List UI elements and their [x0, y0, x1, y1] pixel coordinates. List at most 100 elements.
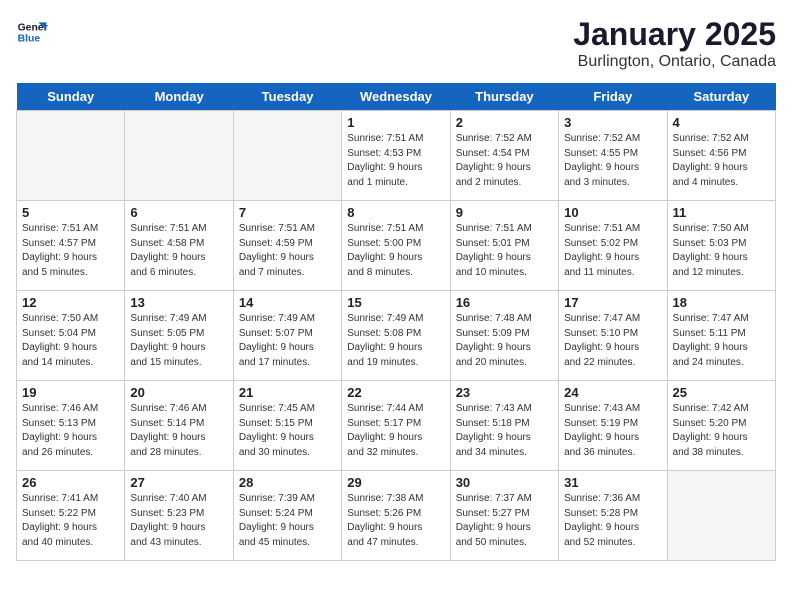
day-number: 8 [347, 205, 444, 220]
day-info: Sunrise: 7:49 AM Sunset: 5:07 PM Dayligh… [239, 312, 336, 370]
svg-text:Blue: Blue [18, 34, 41, 45]
day-number: 6 [130, 205, 227, 220]
main-title: January 2025 [573, 16, 776, 53]
calendar-cell: 15 Sunrise: 7:49 AM Sunset: 5:08 PM Dayli… [342, 291, 450, 381]
day-number: 29 [347, 475, 444, 490]
day-number: 14 [239, 295, 336, 310]
calendar-cell [667, 471, 775, 561]
calendar-cell: 16 Sunrise: 7:48 AM Sunset: 5:09 PM Dayli… [450, 291, 558, 381]
calendar-cell: 30 Sunrise: 7:37 AM Sunset: 5:27 PM Dayli… [450, 471, 558, 561]
calendar-cell: 8 Sunrise: 7:51 AM Sunset: 5:00 PM Daylig… [342, 201, 450, 291]
calendar-week-row: 12Sunrise: 7:50 AM Sunset: 5:04 PM Dayli… [17, 291, 776, 381]
calendar-cell: 2 Sunrise: 7:52 AM Sunset: 4:54 PM Daylig… [450, 111, 558, 201]
day-number: 16 [456, 295, 553, 310]
calendar-cell: 26Sunrise: 7:41 AM Sunset: 5:22 PM Dayli… [17, 471, 125, 561]
calendar-cell: 6 Sunrise: 7:51 AM Sunset: 4:58 PM Daylig… [125, 201, 233, 291]
day-info: Sunrise: 7:38 AM Sunset: 5:26 PM Dayligh… [347, 492, 444, 550]
day-number: 10 [564, 205, 661, 220]
calendar-cell: 25 Sunrise: 7:42 AM Sunset: 5:20 PM Dayli… [667, 381, 775, 471]
column-header-friday: Friday [559, 83, 667, 111]
calendar-cell: 10Sunrise: 7:51 AM Sunset: 5:02 PM Dayli… [559, 201, 667, 291]
calendar-week-row: 19 Sunrise: 7:46 AM Sunset: 5:13 PM Dayli… [17, 381, 776, 471]
calendar-cell: 9Sunrise: 7:51 AM Sunset: 5:01 PM Daylig… [450, 201, 558, 291]
day-info: Sunrise: 7:49 AM Sunset: 5:05 PM Dayligh… [130, 312, 227, 370]
day-info: Sunrise: 7:41 AM Sunset: 5:22 PM Dayligh… [22, 492, 119, 550]
day-info: Sunrise: 7:36 AM Sunset: 5:28 PM Dayligh… [564, 492, 661, 550]
calendar-week-row: 26Sunrise: 7:41 AM Sunset: 5:22 PM Dayli… [17, 471, 776, 561]
day-number: 15 [347, 295, 444, 310]
day-info: Sunrise: 7:47 AM Sunset: 5:11 PM Dayligh… [673, 312, 770, 370]
page-header: General Blue January 2025 Burlington, On… [16, 16, 776, 71]
day-info: Sunrise: 7:40 AM Sunset: 5:23 PM Dayligh… [130, 492, 227, 550]
calendar-header-row: SundayMondayTuesdayWednesdayThursdayFrid… [17, 83, 776, 111]
day-number: 21 [239, 385, 336, 400]
day-number: 4 [673, 115, 770, 130]
calendar-cell: 14 Sunrise: 7:49 AM Sunset: 5:07 PM Dayli… [233, 291, 341, 381]
column-header-saturday: Saturday [667, 83, 775, 111]
day-info: Sunrise: 7:50 AM Sunset: 5:03 PM Dayligh… [673, 222, 770, 280]
calendar-cell: 12Sunrise: 7:50 AM Sunset: 5:04 PM Dayli… [17, 291, 125, 381]
calendar-cell: 1Sunrise: 7:51 AM Sunset: 4:53 PM Daylig… [342, 111, 450, 201]
subtitle: Burlington, Ontario, Canada [573, 53, 776, 71]
calendar-cell: 27 Sunrise: 7:40 AM Sunset: 5:23 PM Dayli… [125, 471, 233, 561]
title-block: January 2025 Burlington, Ontario, Canada [573, 16, 776, 71]
day-info: Sunrise: 7:51 AM Sunset: 5:01 PM Dayligh… [456, 222, 553, 280]
day-info: Sunrise: 7:44 AM Sunset: 5:17 PM Dayligh… [347, 402, 444, 460]
day-number: 22 [347, 385, 444, 400]
day-info: Sunrise: 7:51 AM Sunset: 4:59 PM Dayligh… [239, 222, 336, 280]
calendar-cell: 24 Sunrise: 7:43 AM Sunset: 5:19 PM Dayli… [559, 381, 667, 471]
column-header-tuesday: Tuesday [233, 83, 341, 111]
day-info: Sunrise: 7:52 AM Sunset: 4:54 PM Dayligh… [456, 132, 553, 190]
column-header-thursday: Thursday [450, 83, 558, 111]
day-number: 18 [673, 295, 770, 310]
column-header-wednesday: Wednesday [342, 83, 450, 111]
day-info: Sunrise: 7:52 AM Sunset: 4:56 PM Dayligh… [673, 132, 770, 190]
day-info: Sunrise: 7:46 AM Sunset: 5:14 PM Dayligh… [130, 402, 227, 460]
day-info: Sunrise: 7:51 AM Sunset: 4:57 PM Dayligh… [22, 222, 119, 280]
calendar-cell: 22 Sunrise: 7:44 AM Sunset: 5:17 PM Dayli… [342, 381, 450, 471]
day-number: 28 [239, 475, 336, 490]
day-number: 17 [564, 295, 661, 310]
day-info: Sunrise: 7:51 AM Sunset: 4:58 PM Dayligh… [130, 222, 227, 280]
day-info: Sunrise: 7:49 AM Sunset: 5:08 PM Dayligh… [347, 312, 444, 370]
calendar-cell [233, 111, 341, 201]
day-info: Sunrise: 7:43 AM Sunset: 5:18 PM Dayligh… [456, 402, 553, 460]
calendar-cell: 21Sunrise: 7:45 AM Sunset: 5:15 PM Dayli… [233, 381, 341, 471]
day-number: 24 [564, 385, 661, 400]
day-number: 7 [239, 205, 336, 220]
calendar-cell: 18 Sunrise: 7:47 AM Sunset: 5:11 PM Dayli… [667, 291, 775, 381]
day-number: 30 [456, 475, 553, 490]
calendar-cell: 17 Sunrise: 7:47 AM Sunset: 5:10 PM Dayli… [559, 291, 667, 381]
calendar-cell: 4 Sunrise: 7:52 AM Sunset: 4:56 PM Daylig… [667, 111, 775, 201]
day-number: 25 [673, 385, 770, 400]
calendar-cell: 19 Sunrise: 7:46 AM Sunset: 5:13 PM Dayli… [17, 381, 125, 471]
day-info: Sunrise: 7:50 AM Sunset: 5:04 PM Dayligh… [22, 312, 119, 370]
calendar-week-row: 1Sunrise: 7:51 AM Sunset: 4:53 PM Daylig… [17, 111, 776, 201]
day-info: Sunrise: 7:39 AM Sunset: 5:24 PM Dayligh… [239, 492, 336, 550]
calendar-week-row: 5 Sunrise: 7:51 AM Sunset: 4:57 PM Daylig… [17, 201, 776, 291]
day-info: Sunrise: 7:43 AM Sunset: 5:19 PM Dayligh… [564, 402, 661, 460]
day-number: 11 [673, 205, 770, 220]
day-info: Sunrise: 7:48 AM Sunset: 5:09 PM Dayligh… [456, 312, 553, 370]
calendar-cell: 3Sunrise: 7:52 AM Sunset: 4:55 PM Daylig… [559, 111, 667, 201]
logo-icon: General Blue [16, 16, 48, 48]
calendar-cell: 5 Sunrise: 7:51 AM Sunset: 4:57 PM Daylig… [17, 201, 125, 291]
day-number: 19 [22, 385, 119, 400]
day-info: Sunrise: 7:37 AM Sunset: 5:27 PM Dayligh… [456, 492, 553, 550]
day-number: 20 [130, 385, 227, 400]
day-info: Sunrise: 7:46 AM Sunset: 5:13 PM Dayligh… [22, 402, 119, 460]
day-number: 5 [22, 205, 119, 220]
day-info: Sunrise: 7:51 AM Sunset: 5:00 PM Dayligh… [347, 222, 444, 280]
day-number: 31 [564, 475, 661, 490]
calendar-cell: 29 Sunrise: 7:38 AM Sunset: 5:26 PM Dayli… [342, 471, 450, 561]
calendar-cell: 31 Sunrise: 7:36 AM Sunset: 5:28 PM Dayli… [559, 471, 667, 561]
day-number: 27 [130, 475, 227, 490]
calendar-cell: 11 Sunrise: 7:50 AM Sunset: 5:03 PM Dayli… [667, 201, 775, 291]
calendar-cell [17, 111, 125, 201]
day-number: 23 [456, 385, 553, 400]
calendar-cell [125, 111, 233, 201]
day-info: Sunrise: 7:42 AM Sunset: 5:20 PM Dayligh… [673, 402, 770, 460]
day-info: Sunrise: 7:47 AM Sunset: 5:10 PM Dayligh… [564, 312, 661, 370]
day-number: 2 [456, 115, 553, 130]
calendar-table: SundayMondayTuesdayWednesdayThursdayFrid… [16, 83, 776, 561]
